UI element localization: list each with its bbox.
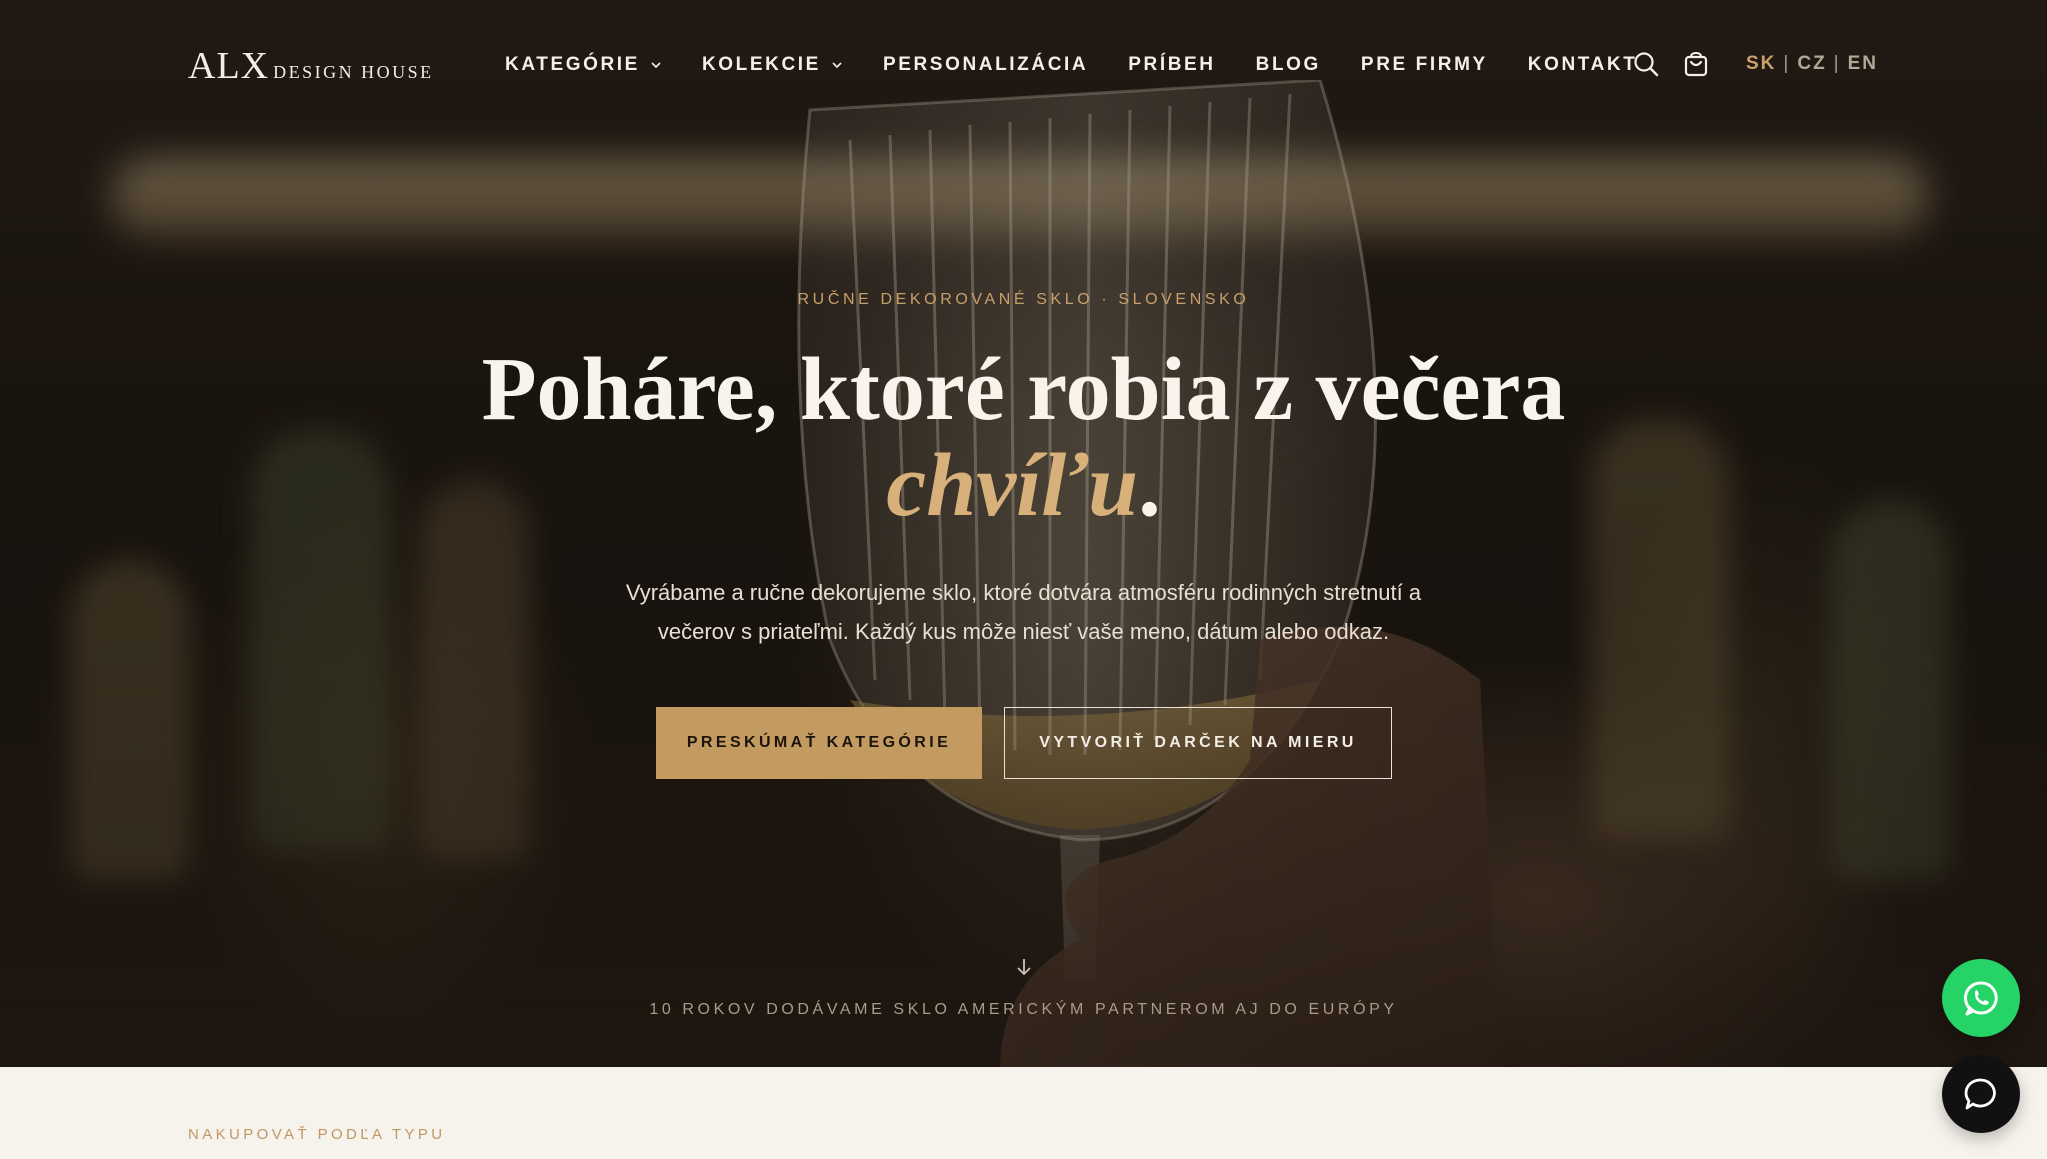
nav-item-label: PRÍBEH (1128, 54, 1216, 75)
logo-mark: ALX (188, 45, 270, 87)
logo-subtitle: DESIGN HOUSE (273, 62, 434, 82)
headline-period: . (1138, 436, 1161, 535)
nav-item-label: BLOG (1255, 54, 1321, 75)
search-button[interactable] (1632, 50, 1660, 78)
whatsapp-button[interactable] (1942, 959, 2020, 1037)
hero-headline: Poháre, ktoré robia z večera chvíľu. (0, 342, 2047, 534)
lang-en[interactable]: EN (1848, 53, 1878, 75)
chat-bubble-icon (1964, 1078, 1996, 1110)
headline-accent: chvíľu (886, 436, 1139, 535)
chat-button[interactable] (1942, 1055, 2020, 1133)
nav-item-pre-firmy[interactable]: PRE FIRMY (1361, 54, 1488, 76)
lang-cz[interactable]: CZ (1797, 53, 1826, 75)
explore-categories-button[interactable]: PRESKÚMAŤ KATEGÓRIE (656, 707, 982, 779)
headline-main: Poháre, ktoré robia z večera (481, 340, 1566, 439)
cart-button[interactable] (1682, 50, 1710, 78)
nav-item-label: KONTAKT (1527, 54, 1638, 75)
lang-separator: | (1783, 53, 1791, 74)
nav-item-personalizacia[interactable]: PERSONALIZÁCIA (883, 54, 1088, 76)
hero-lead-text: Vyrábame a ručne dekorujeme sklo, ktoré … (625, 580, 1422, 644)
nav-item-kategorie[interactable]: KATEGÓRIE (505, 54, 662, 76)
nav-item-pribeh[interactable]: PRÍBEH (1128, 54, 1215, 76)
chevron-down-icon (832, 62, 842, 69)
nav-item-label: PRE FIRMY (1360, 54, 1488, 75)
search-icon (1634, 52, 1659, 77)
section-label-shop-by-type: NAKUPOVAŤ PODĽA TYPU (188, 1126, 446, 1143)
brand-logo[interactable]: ALX DESIGN HOUSE (188, 44, 434, 88)
header-actions: SK | CZ | EN (1632, 50, 1878, 78)
custom-gift-button[interactable]: VYTVORIŤ DARČEK NA MIERU (1004, 707, 1392, 779)
hero-eyebrow: RUČNE DEKOROVANÉ SKLO · SLOVENSKO (797, 291, 1250, 308)
whatsapp-icon (1963, 981, 1998, 1016)
nav-item-label: PERSONALIZÁCIA (882, 54, 1089, 75)
nav-item-kolekcie[interactable]: KOLEKCIE (702, 54, 843, 76)
language-switcher: SK | CZ | EN (1746, 53, 1878, 75)
nav-item-label: KATEGÓRIE (505, 54, 640, 75)
main-navigation: KATEGÓRIE KOLEKCIE PERSONALIZÁCIA PRÍBEH… (505, 54, 1677, 76)
site-header: ALX DESIGN HOUSE KATEGÓRIE KOLEKCIE PERSO… (0, 0, 2047, 135)
nav-item-kontakt[interactable]: KONTAKT (1528, 54, 1638, 76)
chevron-down-icon (651, 62, 661, 69)
lang-separator: | (1833, 53, 1841, 74)
arrow-down-icon[interactable] (1013, 956, 1035, 978)
trust-line: 10 ROKOV DODÁVAME SKLO AMERICKÝM PARTNER… (649, 1001, 1398, 1018)
shopping-bag-icon (1684, 51, 1708, 77)
lang-sk[interactable]: SK (1746, 53, 1776, 75)
nav-item-blog[interactable]: BLOG (1256, 54, 1321, 76)
nav-item-label: KOLEKCIE (701, 54, 821, 75)
